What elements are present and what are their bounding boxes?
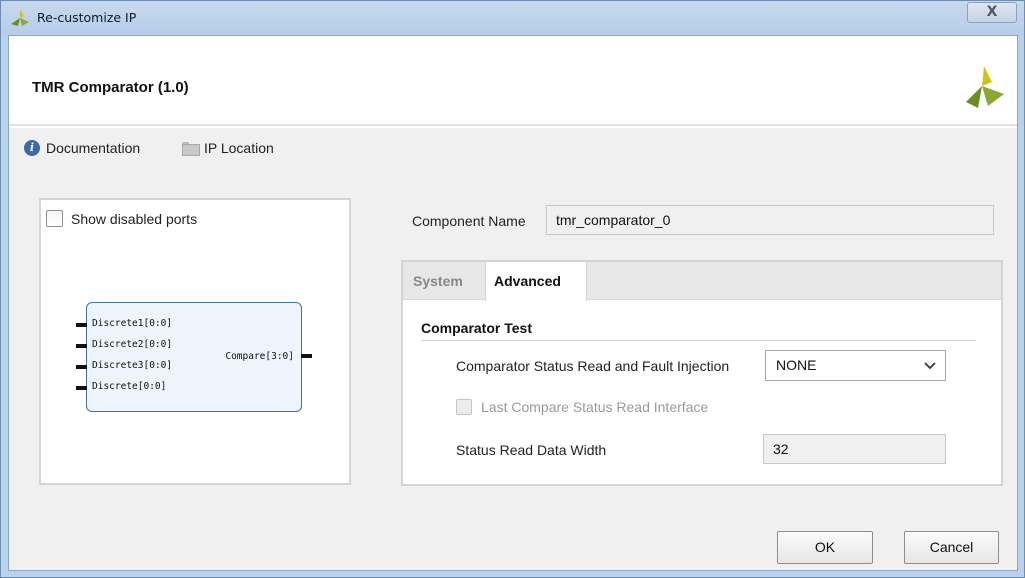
documentation-label: Documentation [46, 140, 141, 156]
folder-icon [182, 142, 200, 156]
last-compare-label: Last Compare Status Read Interface [481, 399, 709, 415]
show-disabled-ports-checkbox[interactable] [46, 210, 63, 227]
close-button[interactable]: X [967, 2, 1017, 23]
ok-button[interactable]: OK [777, 531, 873, 564]
vivado-logo-icon [966, 66, 1004, 108]
tab-strip: System Advanced [403, 262, 1001, 301]
status-read-label: Comparator Status Read and Fault Injecti… [456, 358, 730, 374]
cancel-button[interactable]: Cancel [904, 531, 999, 564]
component-name-label: Component Name [412, 213, 526, 229]
input-port-label: Discrete3[0:0] [92, 360, 173, 371]
ip-block-symbol: Discrete1[0:0] Discrete2[0:0] Discrete3[… [76, 302, 312, 412]
header: TMR Comparator (1.0) [9, 36, 1017, 126]
last-compare-checkbox [456, 399, 472, 415]
dialog-window: Re-customize IP X TMR Comparator (1.0) i… [0, 0, 1025, 578]
data-width-label: Status Read Data Width [456, 442, 607, 458]
status-read-value: NONE [776, 357, 817, 373]
input-port-label: Discrete2[0:0] [92, 339, 173, 350]
input-port-label: Discrete[0:0] [92, 381, 167, 392]
window-title: Re-customize IP [37, 10, 137, 25]
port-pin [76, 386, 87, 390]
output-port-label: Compare[3:0] [225, 351, 294, 362]
chevron-down-icon [924, 362, 936, 370]
port-pin [76, 365, 87, 369]
tab-system[interactable]: System [405, 262, 485, 300]
config-tabs: System Advanced Comparator Test Comparat… [401, 260, 1003, 486]
status-read-select[interactable]: NONE [765, 350, 946, 381]
show-disabled-ports-label: Show disabled ports [71, 210, 198, 227]
group-title: Comparator Test [421, 320, 532, 336]
group-divider [421, 340, 976, 341]
info-icon: i [24, 140, 40, 156]
ip-location-link[interactable]: IP Location [182, 140, 274, 156]
input-port-label: Discrete1[0:0] [92, 318, 173, 329]
ip-symbol-preview: Show disabled ports Discrete1[0:0] Discr… [39, 198, 351, 485]
port-pin [76, 323, 87, 327]
ip-location-label: IP Location [204, 140, 274, 156]
documentation-link[interactable]: i Documentation [24, 140, 140, 156]
tab-advanced[interactable]: Advanced [485, 262, 587, 301]
port-pin [76, 344, 87, 348]
vivado-logo-icon [11, 10, 29, 26]
dialog-content: TMR Comparator (1.0) i Documentation IP … [8, 35, 1018, 571]
toolbar: i Documentation IP Location [9, 128, 1017, 170]
port-pin [301, 354, 312, 358]
data-width-field: 32 [763, 434, 946, 464]
ip-title: TMR Comparator (1.0) [32, 79, 189, 96]
title-bar[interactable]: Re-customize IP X [1, 1, 1024, 35]
component-name-field[interactable]: tmr_comparator_0 [546, 205, 994, 235]
show-disabled-ports-option[interactable]: Show disabled ports [46, 210, 197, 227]
main-area: Show disabled ports Discrete1[0:0] Discr… [9, 170, 1017, 570]
last-compare-option: Last Compare Status Read Interface [456, 399, 708, 415]
